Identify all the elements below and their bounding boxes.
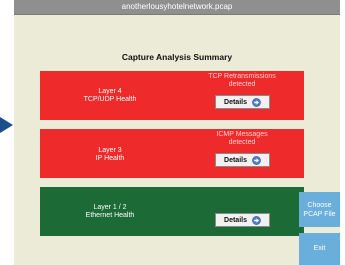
panel-name-layer3: Layer 3 IP Health bbox=[40, 147, 180, 163]
choose-button-line2: PCAP File bbox=[303, 211, 336, 218]
choose-button-line1: Choose bbox=[307, 202, 332, 209]
title-bar: anotherlousyhotelnetwork.pcap bbox=[14, 0, 340, 15]
details-button-layer3[interactable]: Details bbox=[215, 153, 270, 167]
panel-status-line1: TCP Retransmissions bbox=[208, 73, 276, 80]
screen: anotherlousyhotelnetwork.pcap Capture An… bbox=[0, 0, 345, 265]
details-button-layer4[interactable]: Details bbox=[215, 95, 270, 109]
panel-name-line2: IP Health bbox=[95, 155, 125, 162]
panel-name-line2: TCP/UDP Health bbox=[83, 96, 137, 103]
panel-status-line2: detected bbox=[228, 139, 256, 146]
window-title: anotherlousyhotelnetwork.pcap bbox=[121, 2, 233, 11]
right-arrow-icon bbox=[252, 97, 261, 107]
details-button-label: Details bbox=[224, 98, 247, 106]
details-button-label: Details bbox=[224, 156, 247, 164]
right-arrow-icon bbox=[252, 215, 261, 225]
panel-status-layer4: TCP Retransmissions detected bbox=[180, 73, 304, 89]
panel-layer3: Layer 3 IP Health ICMP Messages detected… bbox=[40, 129, 304, 178]
panel-name-layer4: Layer 4 TCP/UDP Health bbox=[40, 88, 180, 104]
panel-status-layer3: ICMP Messages detected bbox=[180, 131, 304, 147]
right-arrow-icon bbox=[252, 155, 261, 165]
panel-layer12: Layer 1 / 2 Ethernet Health Details bbox=[40, 187, 304, 236]
panel-name-line1: Layer 4 bbox=[98, 88, 122, 95]
panel-name-line1: Layer 3 bbox=[98, 147, 122, 154]
exit-button-label: Exit bbox=[313, 245, 326, 252]
page-title: Capture Analysis Summary bbox=[121, 52, 233, 62]
panel-status-line2: detected bbox=[228, 81, 256, 88]
panel-status-line1: ICMP Messages bbox=[216, 131, 268, 138]
pointer-triangle-icon bbox=[0, 117, 13, 133]
choose-pcap-file-button[interactable]: Choose PCAP File bbox=[299, 192, 340, 227]
details-button-label: Details bbox=[224, 216, 247, 224]
panel-name-layer12: Layer 1 / 2 Ethernet Health bbox=[40, 204, 180, 220]
app-window: anotherlousyhotelnetwork.pcap Capture An… bbox=[14, 0, 340, 265]
panel-name-line1: Layer 1 / 2 bbox=[93, 204, 127, 211]
details-button-layer12[interactable]: Details bbox=[215, 213, 270, 227]
panel-layer4: Layer 4 TCP/UDP Health TCP Retransmissio… bbox=[40, 71, 304, 120]
panel-name-line2: Ethernet Health bbox=[85, 212, 135, 219]
exit-button[interactable]: Exit bbox=[299, 233, 340, 265]
